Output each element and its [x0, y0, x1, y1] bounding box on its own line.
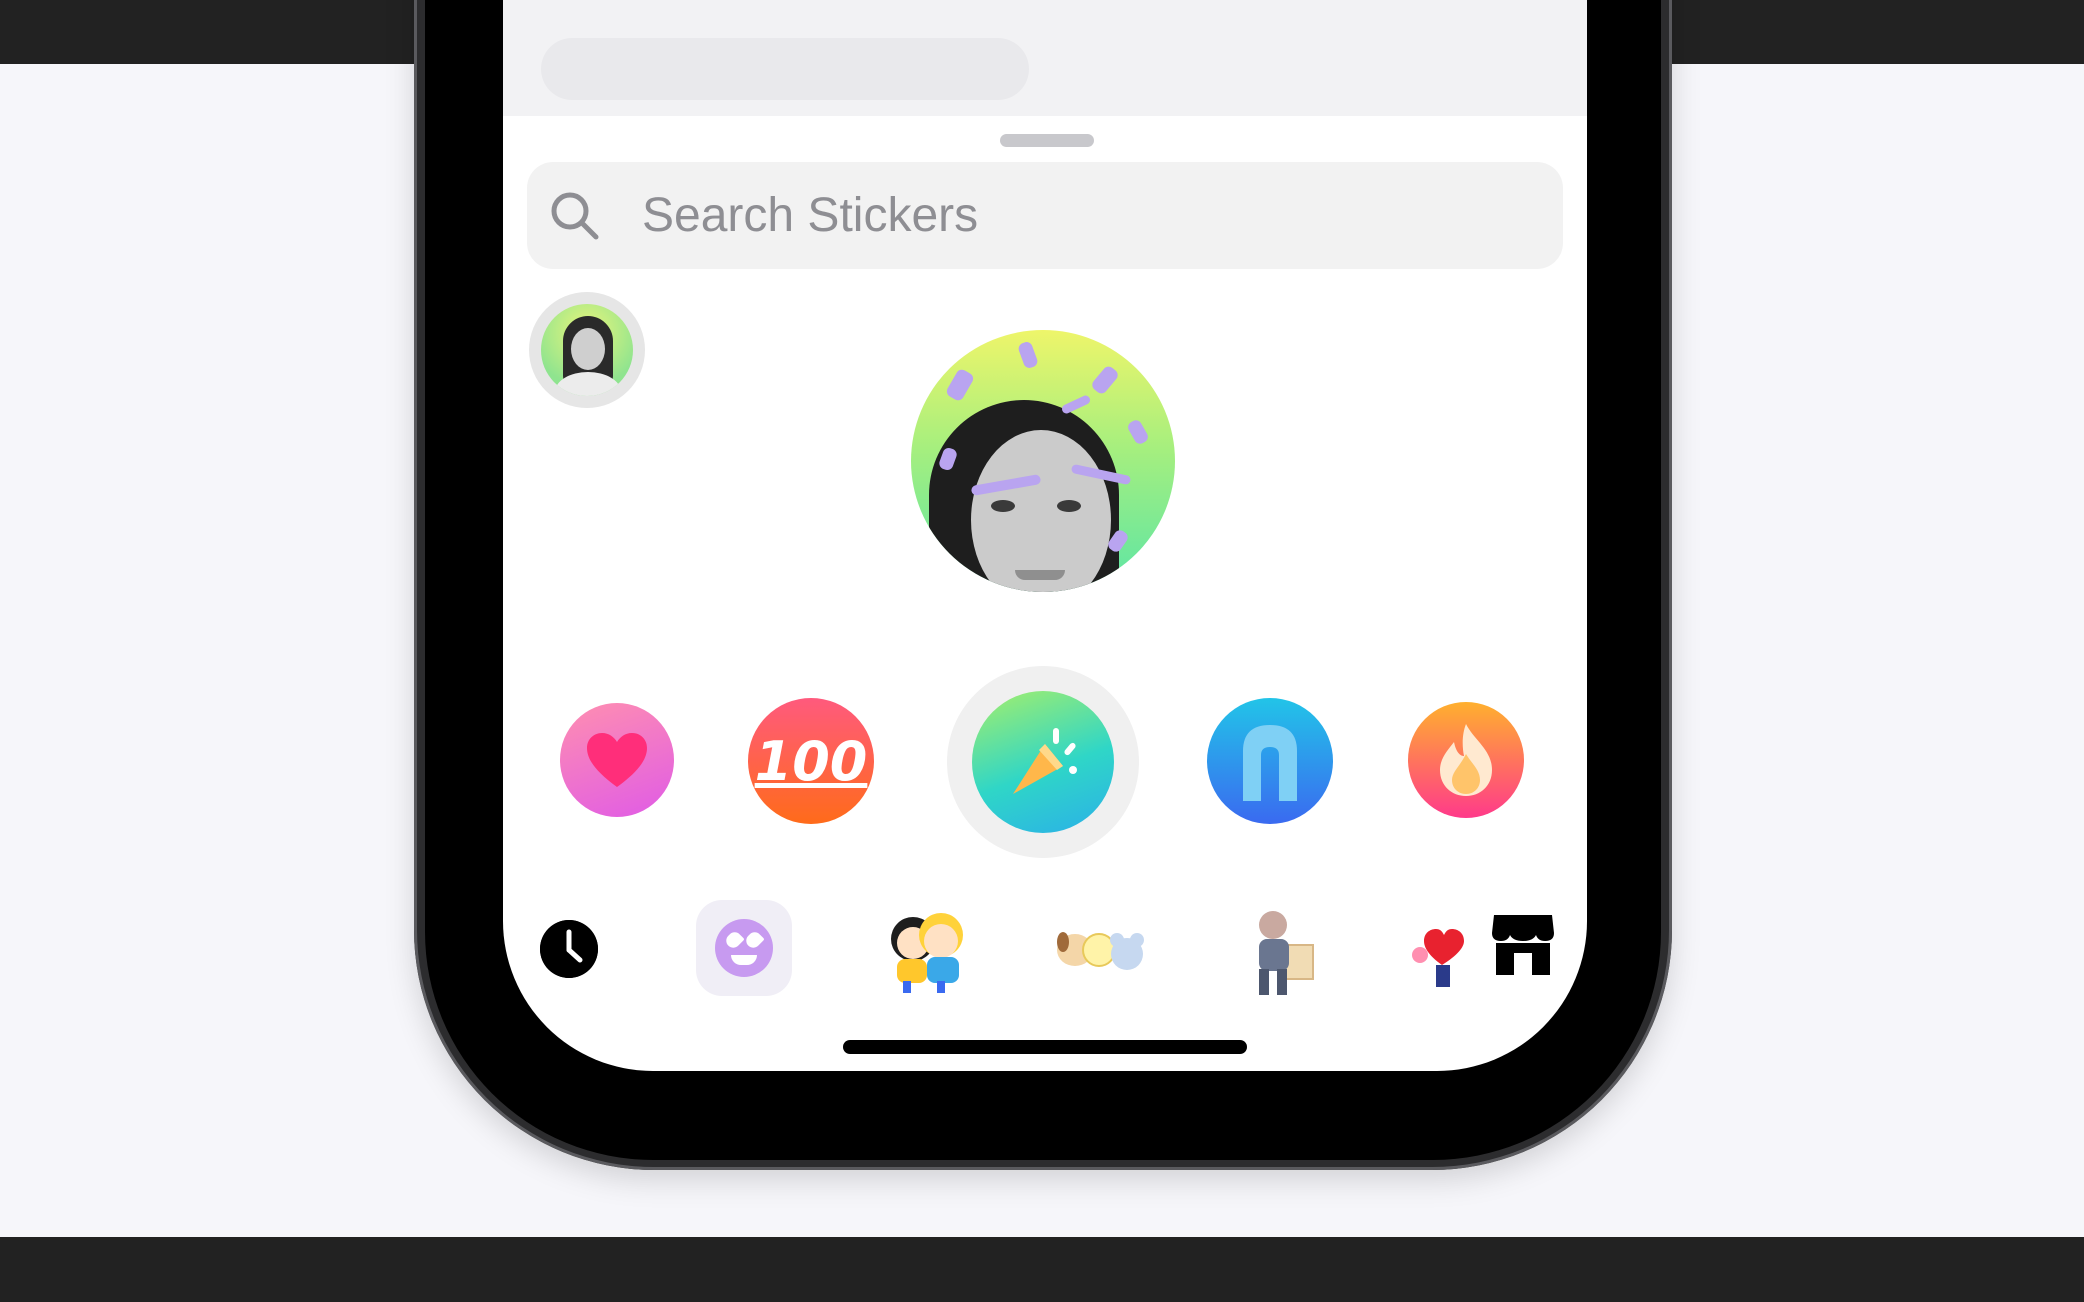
heart-eyes-emoji-icon: [715, 919, 773, 977]
hundred-icon: 100: [754, 729, 868, 793]
sticker-store-button[interactable]: [1490, 911, 1556, 977]
waterfall-reaction-button[interactable]: [1207, 698, 1333, 824]
office-guy-sticker-pack-tab[interactable]: [1233, 905, 1317, 997]
clock-icon: [540, 920, 598, 978]
avatar-sticker-thumbnail[interactable]: [529, 292, 645, 408]
phone-screen: Search Stickers 100: [503, 0, 1587, 1071]
store-icon: [1492, 915, 1554, 975]
home-indicator[interactable]: [843, 1040, 1247, 1054]
chat-bubble: [541, 38, 1029, 100]
avatar-sticker-preview[interactable]: [911, 330, 1175, 592]
bt21-sticker-pack-tab[interactable]: [1053, 920, 1149, 984]
search-input[interactable]: Search Stickers: [642, 188, 978, 244]
emoji-sticker-pack-tab[interactable]: [696, 900, 792, 996]
sticker-search-bar[interactable]: Search Stickers: [527, 162, 1563, 269]
hundred-reaction-button[interactable]: 100: [748, 698, 874, 824]
waterfall-icon: [1243, 725, 1297, 801]
office-guy-icon: [1259, 911, 1314, 995]
heart-reaction-button[interactable]: [560, 703, 674, 817]
sheet-grabber[interactable]: [1000, 134, 1094, 147]
recent-stickers-tab[interactable]: [540, 920, 598, 978]
bt21-characters-icon: [1057, 932, 1144, 970]
kids-sticker-icon: [891, 913, 963, 993]
party-reaction-button[interactable]: [972, 691, 1114, 833]
fire-icon: [1440, 724, 1492, 796]
party-popper-icon: [1013, 728, 1077, 794]
letterbox-bottom: [0, 1237, 2084, 1302]
kids-sticker-pack-tab[interactable]: [883, 905, 973, 993]
search-icon: [551, 192, 599, 240]
heart-icon: [587, 733, 647, 787]
heart-character-icon: [1412, 929, 1464, 987]
chat-background: [503, 0, 1587, 116]
fire-reaction-button[interactable]: [1408, 702, 1524, 818]
heart-sticker-pack-tab[interactable]: [1408, 925, 1468, 987]
